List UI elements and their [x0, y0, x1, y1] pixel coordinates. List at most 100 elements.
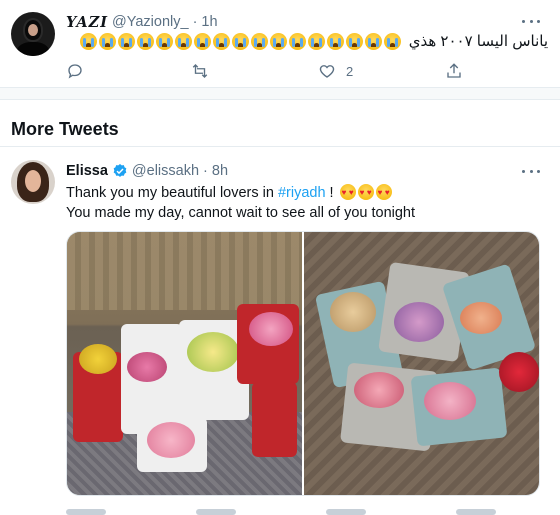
emoji-mouth	[123, 42, 129, 47]
emoji-mouth	[294, 42, 300, 47]
crying-emoji	[136, 32, 154, 50]
crying-emoji-row	[79, 32, 401, 50]
tweet-yazi[interactable]: YAZI @Yazionly_ · 1h ياناس اليسا ٢٠٠٧ هذ…	[0, 0, 560, 88]
tweet-header: Elissa @elissakh · 8h	[66, 162, 228, 180]
tweet-actions-partial	[66, 509, 540, 515]
flowers	[460, 302, 502, 334]
heart-eyes-emoji	[339, 183, 356, 203]
crying-emoji	[98, 32, 116, 50]
avatar-face	[25, 170, 41, 192]
like-count: 2	[346, 63, 354, 79]
share-icon	[447, 63, 461, 78]
tweet-line-1-suffix: !	[325, 185, 334, 201]
emoji-mouth	[370, 42, 376, 47]
tweet-line-1: Thank you my beautiful lovers in #riyadh…	[66, 183, 415, 203]
tweet-text-arabic: ياناس اليسا ٢٠٠٧ هذي	[408, 33, 548, 50]
crying-emoji	[79, 32, 97, 50]
emoji-mouth	[332, 42, 338, 47]
bouquet	[252, 382, 297, 457]
crying-emoji	[383, 32, 401, 50]
emoji-mouth	[313, 42, 319, 47]
flowers	[147, 422, 195, 458]
emoji-mouth	[351, 42, 357, 47]
photo-flowers-right[interactable]	[304, 232, 539, 495]
crying-emoji	[307, 32, 325, 50]
verified-badge-icon	[113, 164, 127, 177]
display-name[interactable]: Elissa	[66, 163, 108, 179]
crying-emoji	[326, 32, 344, 50]
flowers	[394, 302, 444, 342]
flowers	[499, 352, 539, 392]
crying-emoji	[250, 32, 268, 50]
like-button[interactable]: 2	[318, 62, 353, 80]
avatar-figure-face	[28, 24, 38, 36]
emoji-mouth	[389, 42, 395, 47]
retweet-icon	[192, 64, 208, 78]
handle[interactable]: @Yazionly_	[112, 14, 189, 30]
retweet-button[interactable]	[191, 62, 219, 80]
reply-icon	[68, 64, 82, 79]
reply-button[interactable]	[66, 62, 94, 80]
flowers	[127, 352, 167, 382]
tweet-text: ياناس اليسا ٢٠٠٧ هذي	[79, 32, 548, 50]
emoji-mouth	[142, 42, 148, 47]
tweet-line-1-text: Thank you my beautiful lovers in	[66, 185, 278, 201]
flowers	[424, 382, 476, 420]
crying-emoji	[231, 32, 249, 50]
emoji-mouth	[180, 42, 186, 47]
heart-icon	[319, 65, 335, 78]
flowers	[354, 372, 404, 408]
avatar-figure-body	[17, 42, 49, 56]
crying-emoji	[288, 32, 306, 50]
separator-dot: ·	[192, 14, 198, 30]
crying-emoji	[212, 32, 230, 50]
heart-eyes-emoji	[357, 183, 374, 203]
emoji-mouth	[104, 42, 110, 47]
crying-emoji	[269, 32, 287, 50]
avatar[interactable]	[11, 12, 55, 56]
handle[interactable]: @elissakh	[132, 163, 199, 179]
photo-flowers-left[interactable]	[67, 232, 302, 495]
flowers	[249, 312, 293, 346]
flowers	[79, 344, 117, 374]
flowers	[187, 332, 239, 372]
more-tweets-header: More Tweets	[0, 101, 560, 147]
crying-emoji	[345, 32, 363, 50]
more-icon[interactable]	[522, 18, 540, 24]
separator-dot: ·	[203, 163, 208, 179]
photo-wall	[67, 232, 302, 310]
tweet-text: Thank you my beautiful lovers in #riyadh…	[66, 183, 415, 223]
tweet-line-2: You made my day, cannot wait to see all …	[66, 205, 416, 221]
emoji-mouth	[237, 42, 243, 47]
crying-emoji	[155, 32, 173, 50]
crying-emoji	[117, 32, 135, 50]
crying-emoji	[174, 32, 192, 50]
heart-eyes-emoji	[375, 183, 392, 203]
reply-button[interactable]	[66, 509, 106, 515]
emoji-mouth	[275, 42, 281, 47]
flowers	[330, 292, 376, 332]
emoji-mouth	[218, 42, 224, 47]
media-gallery[interactable]	[66, 231, 540, 496]
emoji-mouth	[199, 42, 205, 47]
section-divider	[0, 88, 560, 100]
tweet-elissa[interactable]: Elissa @elissakh · 8h Thank you my beaut…	[0, 148, 560, 515]
tweet-header: YAZI @Yazionly_ · 1h	[66, 13, 218, 31]
retweet-button[interactable]	[196, 509, 236, 515]
display-name[interactable]: YAZI	[66, 14, 108, 31]
hashtag-link[interactable]: #riyadh	[278, 185, 326, 201]
timestamp[interactable]: 1h	[201, 14, 217, 30]
timestamp[interactable]: 8h	[212, 163, 228, 179]
emoji-mouth	[256, 42, 262, 47]
share-button[interactable]	[445, 62, 473, 80]
crying-emoji	[193, 32, 211, 50]
crying-emoji	[364, 32, 382, 50]
section-title: More Tweets	[11, 119, 119, 139]
emoji-mouth	[85, 42, 91, 47]
like-button[interactable]	[326, 509, 366, 515]
avatar[interactable]	[11, 160, 55, 204]
more-icon[interactable]	[522, 168, 540, 174]
share-button[interactable]	[456, 509, 496, 515]
emoji-mouth	[161, 42, 167, 47]
tweet-actions: 2	[60, 62, 480, 82]
